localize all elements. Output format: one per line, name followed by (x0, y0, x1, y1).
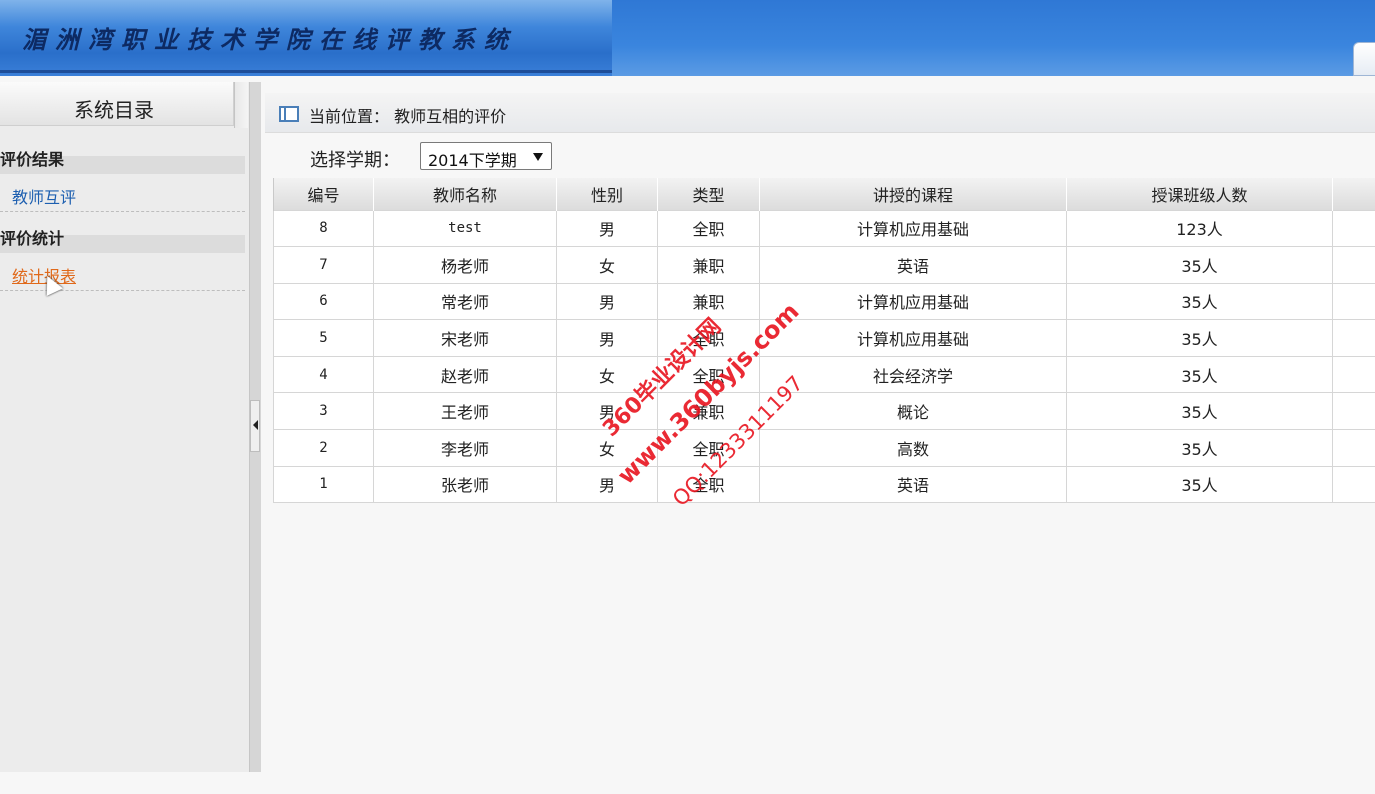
arrow-left-icon (253, 420, 258, 430)
cell-teacher-name: test (373, 209, 557, 248)
cell-course: 计算机应用基础 (759, 282, 1067, 321)
header-banner: 湄洲湾职业技术学院在线评教系统 (0, 0, 1375, 76)
cell-course: 英语 (759, 246, 1067, 284)
cell-id: 5 (273, 319, 374, 357)
breadcrumb: 当前位置： 教师互相的评价 (265, 93, 1375, 133)
system-title: 湄洲湾职业技术学院在线评教系统 (22, 25, 517, 54)
column-header-course: 讲授的课程 (759, 178, 1067, 210)
sidebar-item-teacher-peer-review[interactable]: 教师互评 (12, 184, 76, 208)
cell-teacher-name: 常老师 (373, 282, 557, 321)
header-tab[interactable] (1353, 42, 1375, 76)
cell-teacher-name: 王老师 (373, 392, 557, 431)
cell-teacher-name: 李老师 (373, 429, 557, 467)
header-right-panel (612, 0, 1375, 76)
header-divider (0, 70, 612, 73)
cell-class-size: 35人 (1066, 282, 1333, 321)
term-select-value: 2014下学期 (428, 151, 517, 170)
main-content: 当前位置： 教师互相的评价 选择学期： 2014下学期 编号 教师名称 性别 类… (263, 82, 1375, 794)
column-header-type: 类型 (657, 178, 760, 210)
dropdown-arrow-icon (533, 153, 543, 161)
cell-course: 高数 (759, 429, 1067, 467)
cell-id: 8 (273, 209, 374, 248)
column-header-extra (1332, 178, 1375, 210)
cell-teacher-name: 赵老师 (373, 355, 557, 394)
cell-id: 6 (273, 282, 374, 321)
column-header-gender: 性别 (556, 178, 658, 210)
collapse-sidebar-handle[interactable] (250, 400, 260, 452)
cell-course: 计算机应用基础 (759, 209, 1067, 248)
cell-extra (1332, 355, 1375, 394)
cell-class-size: 35人 (1066, 465, 1333, 504)
app-root: 湄洲湾职业技术学院在线评教系统 系统目录 评价结果 教师互评 评价统计 统计报表… (0, 0, 1375, 794)
column-header-teacher-name: 教师名称 (373, 178, 557, 210)
cell-extra (1332, 429, 1375, 467)
cell-course: 概论 (759, 392, 1067, 431)
cell-type: 全职 (657, 209, 760, 248)
table-row: 5 宋老师 男 全职 计算机应用基础 35人 (273, 319, 1375, 357)
term-select[interactable]: 2014下学期 (420, 142, 552, 170)
sidebar-header: 系统目录 (0, 82, 235, 126)
window-icon (279, 106, 299, 122)
group-label-statistics: 评价统计 (0, 229, 65, 248)
cell-gender: 男 (556, 282, 658, 321)
table-row: 2 李老师 女 全职 高数 35人 (273, 429, 1375, 467)
column-header-class-size: 授课班级人数 (1066, 178, 1333, 210)
cell-id: 4 (273, 355, 374, 394)
cell-extra (1332, 465, 1375, 504)
cell-teacher-name: 宋老师 (373, 319, 557, 357)
table-row: 6 常老师 男 兼职 计算机应用基础 35人 (273, 282, 1375, 321)
cell-class-size: 35人 (1066, 319, 1333, 357)
table-row: 1 张老师 男 全职 英语 35人 (273, 465, 1375, 504)
group-label-results: 评价结果 (0, 150, 65, 169)
sidebar-title: 系统目录 (74, 98, 154, 122)
cell-teacher-name: 杨老师 (373, 246, 557, 284)
cell-gender: 男 (556, 209, 658, 248)
cell-extra (1332, 209, 1375, 248)
nav-divider (0, 211, 245, 212)
cell-extra (1332, 392, 1375, 431)
nav-divider (0, 290, 245, 291)
cell-id: 3 (273, 392, 374, 431)
sidebar-splitter[interactable] (249, 82, 261, 772)
cell-id: 2 (273, 429, 374, 467)
cell-class-size: 35人 (1066, 392, 1333, 431)
cell-id: 1 (273, 465, 374, 504)
column-header-id: 编号 (273, 178, 374, 210)
cell-course: 计算机应用基础 (759, 319, 1067, 357)
cell-extra (1332, 282, 1375, 321)
cell-class-size: 123人 (1066, 209, 1333, 248)
cell-gender: 女 (556, 246, 658, 284)
table-row: 4 赵老师 女 全职 社会经济学 35人 (273, 355, 1375, 394)
cell-id: 7 (273, 246, 374, 284)
cell-course: 英语 (759, 465, 1067, 504)
cell-type: 兼职 (657, 246, 760, 284)
table-header-row: 编号 教师名称 性别 类型 讲授的课程 授课班级人数 (273, 178, 1375, 210)
term-label: 选择学期： (310, 150, 400, 171)
cell-extra (1332, 246, 1375, 284)
table-row: 7 杨老师 女 兼职 英语 35人 (273, 246, 1375, 284)
cell-teacher-name: 张老师 (373, 465, 557, 504)
sidebar: 系统目录 评价结果 教师互评 评价统计 统计报表 (0, 82, 249, 772)
cell-class-size: 35人 (1066, 355, 1333, 394)
table-row: 8 test 男 全职 计算机应用基础 123人 (273, 209, 1375, 248)
sidebar-header-cap (234, 82, 248, 128)
cell-gender: 男 (556, 319, 658, 357)
cell-class-size: 35人 (1066, 429, 1333, 467)
teacher-table: 编号 教师名称 性别 类型 讲授的课程 授课班级人数 8 test 男 全职 计… (273, 178, 1375, 504)
breadcrumb-text: 当前位置： 教师互相的评价 (309, 107, 507, 126)
table-row: 3 王老师 男 兼职 概论 35人 (273, 392, 1375, 431)
cell-class-size: 35人 (1066, 246, 1333, 284)
cell-extra (1332, 319, 1375, 357)
